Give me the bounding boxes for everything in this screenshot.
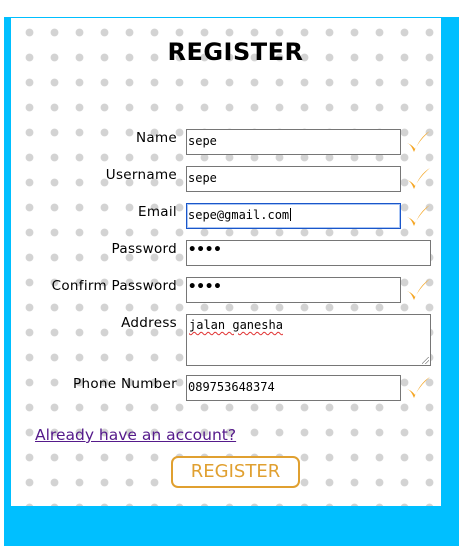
register-button[interactable]: REGISTER <box>171 456 300 488</box>
password-label: Password <box>111 241 177 257</box>
address-textarea[interactable]: jalan ganesha <box>186 314 431 366</box>
password-input[interactable]: •••• <box>186 240 431 266</box>
login-link[interactable]: Already have an account? <box>35 426 236 444</box>
phone-label: Phone Number <box>73 376 177 392</box>
resize-handle[interactable] <box>422 357 429 364</box>
email-input[interactable]: sepe@gmail.com <box>186 203 401 229</box>
text-cursor <box>290 208 292 221</box>
address-value: jalan ganesha <box>189 318 283 332</box>
email-check-icon <box>407 205 430 226</box>
username-check-icon <box>407 168 430 189</box>
phone-check-icon <box>407 377 430 398</box>
username-label: Username <box>105 167 177 183</box>
phone-input[interactable]: 089753648374 <box>186 375 401 401</box>
name-check-icon <box>407 131 430 152</box>
email-label: Email <box>138 204 177 220</box>
confirm-password-input[interactable]: •••• <box>186 277 401 303</box>
page-title: REGISTER <box>167 38 304 66</box>
name-input[interactable]: sepe <box>186 129 401 155</box>
name-label: Name <box>135 130 177 146</box>
confirm-password-label: Confirm Password <box>51 278 177 294</box>
confirm-password-check-icon <box>407 279 430 300</box>
address-label: Address <box>121 315 177 331</box>
username-input[interactable]: sepe <box>186 166 401 192</box>
email-value: sepe@gmail.com <box>188 208 290 222</box>
